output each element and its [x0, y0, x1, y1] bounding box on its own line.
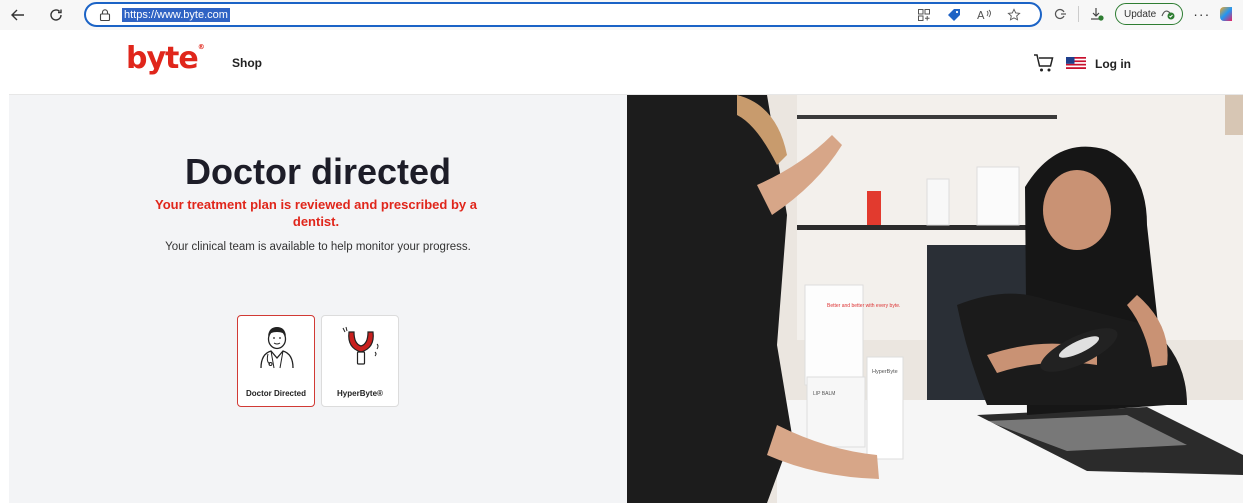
- site-header: byte® Shop Log in: [9, 30, 1243, 95]
- box-label-hyperbyte: HyperByte: [872, 369, 898, 375]
- downloads-icon[interactable]: [1089, 6, 1105, 22]
- card-doctor-directed[interactable]: Doctor Directed: [237, 315, 315, 407]
- refresh-icon[interactable]: [44, 3, 68, 27]
- logo-text: byte: [126, 41, 199, 76]
- cart-icon[interactable]: [1033, 53, 1055, 73]
- update-label: Update: [1124, 8, 1157, 20]
- hero-photo-image: Better and better with every byte. Hyper…: [627, 95, 1243, 503]
- hero-content-panel: Doctor directed Your treatment plan is r…: [9, 95, 627, 503]
- hero-title: Doctor directed: [184, 151, 452, 192]
- svg-text:A: A: [977, 9, 985, 22]
- login-link[interactable]: Log in: [1095, 57, 1131, 71]
- back-icon[interactable]: [6, 3, 30, 27]
- toolbar-divider: [1078, 6, 1079, 22]
- shop-link[interactable]: Shop: [232, 56, 262, 70]
- hero-subtitle: Your treatment plan is reviewed and pres…: [155, 197, 477, 229]
- lock-icon: [99, 8, 111, 21]
- update-status-icon: [1161, 10, 1175, 20]
- copilot-icon[interactable]: [1220, 7, 1233, 21]
- box-label-lipbalm: LIP BALM: [813, 391, 835, 397]
- more-options-button[interactable]: ···: [1193, 6, 1210, 22]
- read-aloud-icon[interactable]: A: [976, 7, 992, 23]
- card-label: HyperByte®: [337, 389, 383, 398]
- favorite-star-icon[interactable]: [1006, 7, 1022, 23]
- us-flag-icon[interactable]: [1066, 57, 1086, 69]
- hyperbyte-device-icon: [342, 326, 379, 365]
- byte-logo[interactable]: byte®: [126, 41, 205, 76]
- doctor-icon: [260, 327, 294, 369]
- hero-description: Your clinical team is available to help …: [165, 241, 471, 253]
- app-available-icon[interactable]: [916, 7, 932, 23]
- hero-photo: Better and better with every byte. Hyper…: [627, 95, 1243, 503]
- card-label: Doctor Directed: [245, 389, 306, 398]
- box-label-better: Better and better with every byte.: [827, 303, 900, 309]
- update-button[interactable]: Update: [1115, 3, 1184, 25]
- collections-icon[interactable]: [1052, 6, 1068, 22]
- card-hyperbyte[interactable]: HyperByte®: [321, 315, 399, 407]
- url-text[interactable]: https://www.byte.com: [122, 7, 230, 22]
- shopping-tag-icon[interactable]: [946, 7, 962, 23]
- address-bar[interactable]: https://www.byte.com A: [84, 2, 1042, 27]
- logo-registered-mark: ®: [197, 43, 205, 51]
